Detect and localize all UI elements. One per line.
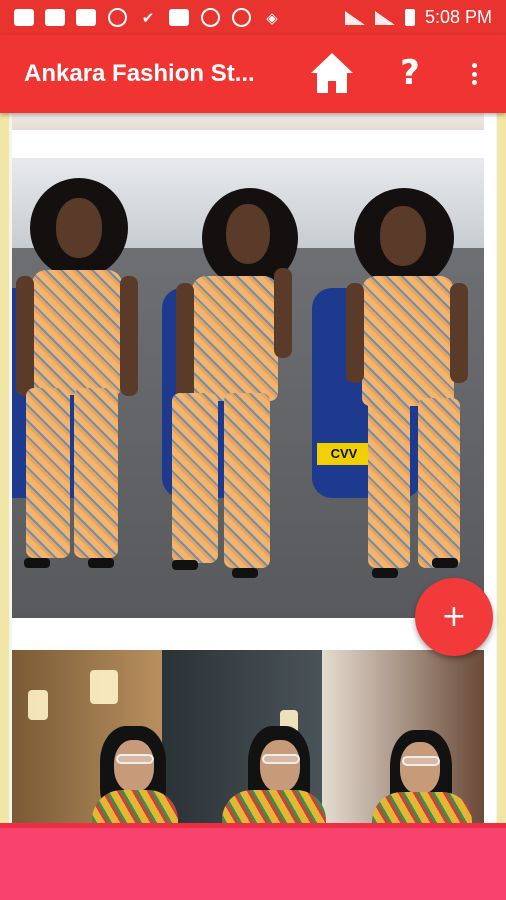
- mail-icon: [45, 9, 65, 27]
- fashion-image[interactable]: CVV: [12, 158, 484, 618]
- edge-left: [0, 113, 9, 823]
- battery-icon: [404, 9, 415, 26]
- status-bar: ✔ ◈ 5:08 PM: [0, 0, 506, 35]
- app-bar: Ankara Fashion St... ?: [0, 35, 506, 113]
- status-right: 5:08 PM: [344, 7, 492, 28]
- menu-dot: [471, 63, 477, 68]
- home-button[interactable]: [309, 51, 355, 95]
- lamp: [90, 670, 118, 704]
- mail-icon: [76, 9, 96, 27]
- signal-icon: [374, 10, 395, 25]
- vpn-icon: [107, 8, 127, 27]
- check-icon: ✔: [141, 8, 155, 27]
- fashion-image[interactable]: [12, 650, 484, 823]
- model-figure: [162, 158, 322, 618]
- menu-dot: [471, 80, 477, 85]
- image-icon: [169, 9, 189, 27]
- previous-image-edge[interactable]: [12, 113, 484, 130]
- bottom-ad-bar[interactable]: [0, 823, 506, 900]
- model-figure: [12, 158, 162, 618]
- notification-icons: ✔ ◈: [14, 8, 282, 27]
- vpn-icon: [231, 8, 251, 27]
- add-button[interactable]: +: [415, 578, 493, 656]
- clock: 5:08 PM: [424, 7, 492, 27]
- home-icon: [311, 53, 353, 93]
- help-button[interactable]: ?: [394, 51, 426, 95]
- chat-icon: [14, 9, 34, 27]
- app-icon: ◈: [266, 8, 278, 27]
- image-feed[interactable]: CVV: [0, 113, 506, 823]
- menu-dot: [471, 71, 477, 77]
- signal-icon: [344, 10, 365, 25]
- edge-right: [497, 113, 506, 823]
- model-figure: [322, 158, 484, 618]
- whatsapp-icon: [200, 8, 220, 27]
- plus-icon: +: [441, 599, 467, 634]
- overflow-menu-button[interactable]: [462, 57, 486, 91]
- lamp: [28, 690, 48, 720]
- app-title: Ankara Fashion St...: [24, 60, 255, 87]
